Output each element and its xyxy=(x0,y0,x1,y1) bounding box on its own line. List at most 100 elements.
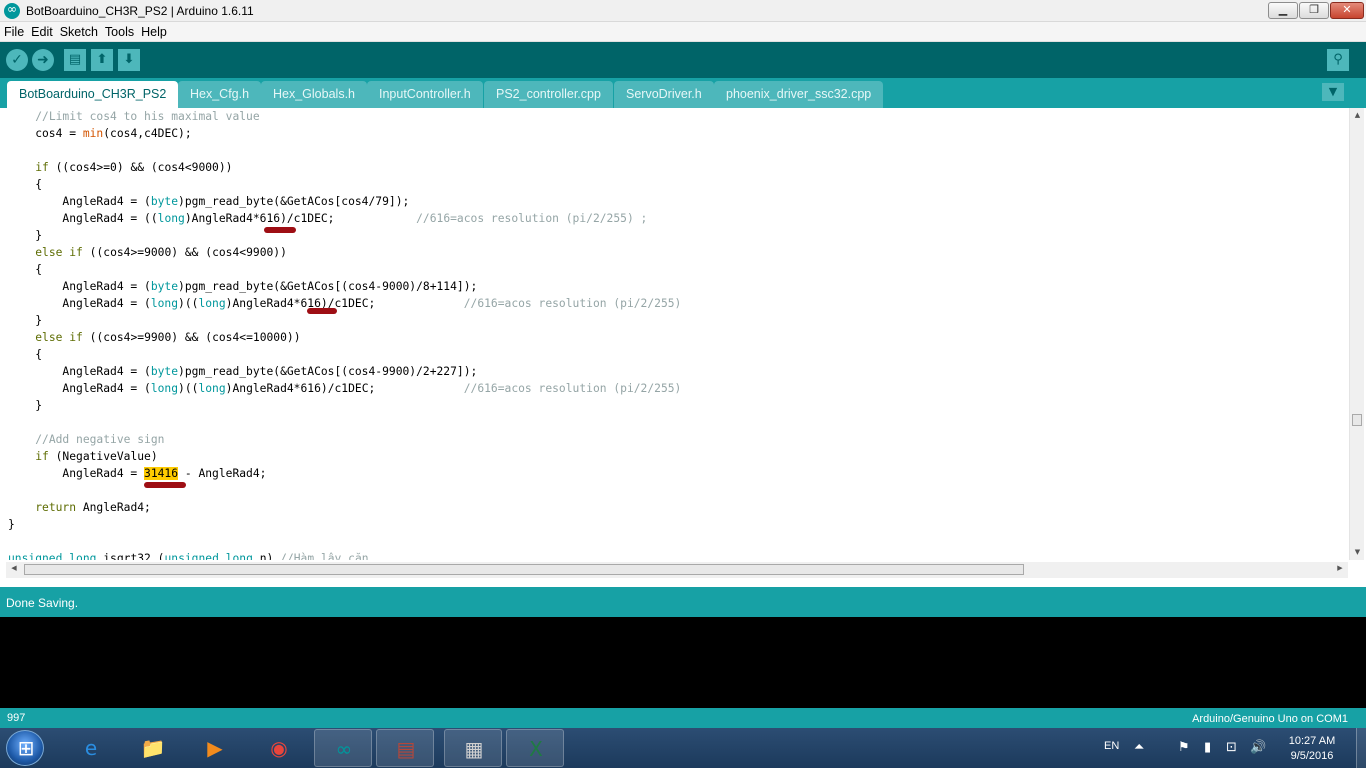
footer-bar: 997 Arduino/Genuino Uno on COM1 xyxy=(0,708,1366,728)
code-line[interactable]: else if ((cos4>=9000) && (cos4<9900)) xyxy=(8,244,681,261)
title-bar: BotBoarduino_CH3R_PS2 | Arduino 1.6.11 ▁… xyxy=(0,0,1366,22)
tab-hex-globals[interactable]: Hex_Globals.h xyxy=(261,81,367,108)
toolbar: ✓ ➜ ▤ ⬆ ⬇ ⚲ xyxy=(0,42,1366,78)
tab-botboarduino[interactable]: BotBoarduino_CH3R_PS2 xyxy=(7,81,179,108)
tab-menu-button[interactable]: ▼ xyxy=(1322,83,1344,101)
taskbar-media-player[interactable]: ▶ xyxy=(186,729,244,767)
taskbar-excel[interactable]: X xyxy=(506,729,564,767)
arrow-right-icon: ➜ xyxy=(37,52,49,68)
code-line[interactable]: } xyxy=(8,227,681,244)
menu-sketch[interactable]: Sketch xyxy=(56,22,101,40)
clock-time: 10:27 AM xyxy=(1288,735,1336,747)
taskbar-arduino[interactable]: ∞ xyxy=(314,729,372,767)
open-button[interactable]: ⬆ xyxy=(91,49,113,71)
internet-explorer-icon: e xyxy=(84,736,98,760)
code-text[interactable]: //Limit cos4 to his maximal value cos4 =… xyxy=(8,108,681,560)
code-line[interactable] xyxy=(8,142,681,159)
code-line[interactable]: } xyxy=(8,312,681,329)
language-indicator[interactable]: EN xyxy=(1104,740,1119,752)
code-line[interactable]: AngleRad4 = (long)((long)AngleRad4*616)/… xyxy=(8,380,681,397)
code-line[interactable]: else if ((cos4>=9900) && (cos4<=10000)) xyxy=(8,329,681,346)
menu-help[interactable]: Help xyxy=(137,22,170,40)
underline-mark xyxy=(307,308,337,314)
scroll-right-icon[interactable]: ▶ xyxy=(1334,564,1346,572)
magnifier-icon: ⚲ xyxy=(1333,52,1343,67)
menu-file[interactable]: File xyxy=(0,22,27,40)
vertical-scroll-thumb[interactable] xyxy=(1352,414,1362,426)
action-center-flag-icon[interactable]: ⚑ xyxy=(1178,740,1190,755)
menu-tools[interactable]: Tools xyxy=(101,22,137,40)
tab-phoenix-driver[interactable]: phoenix_driver_ssc32.cpp xyxy=(714,81,884,108)
code-line[interactable]: { xyxy=(8,261,681,278)
windows-start-icon[interactable] xyxy=(6,730,45,766)
serial-monitor-button[interactable]: ⚲ xyxy=(1327,49,1349,71)
code-line[interactable]: if (NegativeValue) xyxy=(8,448,681,465)
verify-button[interactable]: ✓ xyxy=(6,49,28,71)
menu-bar: File Edit Sketch Tools Help xyxy=(0,22,1366,42)
chrome-icon: ◉ xyxy=(270,736,288,760)
tab-inputcontroller[interactable]: InputController.h xyxy=(367,81,483,108)
excel-icon: X xyxy=(529,737,543,761)
code-line[interactable]: } xyxy=(8,397,681,414)
code-line[interactable] xyxy=(8,533,681,550)
taskbar-chrome[interactable]: ◉ xyxy=(250,729,308,767)
status-bar: Done Saving. xyxy=(0,587,1366,617)
show-desktop-button[interactable] xyxy=(1356,728,1366,768)
network-icon[interactable]: ⊡ xyxy=(1226,740,1237,755)
line-number: 997 xyxy=(7,712,26,724)
scroll-left-icon[interactable]: ◀ xyxy=(8,564,20,572)
close-button[interactable]: ✕ xyxy=(1330,2,1364,19)
code-line[interactable]: return AngleRad4; xyxy=(8,499,681,516)
underline-mark xyxy=(264,227,296,233)
taskbar-internet-explorer[interactable]: e xyxy=(62,729,120,767)
taskbar-winrar[interactable]: ▤ xyxy=(376,729,434,767)
window-title: BotBoarduino_CH3R_PS2 | Arduino 1.6.11 xyxy=(26,4,254,18)
chevron-down-icon: ▼ xyxy=(1328,85,1338,98)
code-line[interactable]: //Add negative sign xyxy=(8,431,681,448)
media-player-icon: ▶ xyxy=(207,736,223,760)
system-clock[interactable]: 10:27 AM 9/5/2016 xyxy=(1280,734,1344,764)
chip-tool-icon: ▦ xyxy=(464,737,484,761)
vertical-scrollbar[interactable]: ▲ ▼ xyxy=(1349,108,1364,560)
new-file-icon: ▤ xyxy=(68,52,82,67)
code-line[interactable]: //Limit cos4 to his maximal value xyxy=(8,108,681,125)
status-message: Done Saving. xyxy=(6,596,79,610)
code-line[interactable]: { xyxy=(8,176,681,193)
horizontal-scroll-thumb[interactable] xyxy=(24,564,1024,575)
code-line[interactable]: unsigned long isqrt32 (unsigned long n) … xyxy=(8,550,681,560)
code-line[interactable]: AngleRad4 = ((long)AngleRad4*616)/c1DEC;… xyxy=(8,210,681,227)
tab-bar: BotBoarduino_CH3R_PS2 Hex_Cfg.h Hex_Glob… xyxy=(0,78,1366,108)
taskbar-file-explorer[interactable]: 📁 xyxy=(124,729,182,767)
code-line[interactable]: cos4 = min(cos4,c4DEC); xyxy=(8,125,681,142)
check-icon: ✓ xyxy=(11,52,23,68)
code-line[interactable]: } xyxy=(8,516,681,533)
battery-icon[interactable]: ▮ xyxy=(1204,740,1211,755)
code-line[interactable]: if ((cos4>=0) && (cos4<9000)) xyxy=(8,159,681,176)
taskbar-chip-tool[interactable]: ▦ xyxy=(444,729,502,767)
code-line[interactable]: AngleRad4 = (long)((long)AngleRad4*616)/… xyxy=(8,295,681,312)
code-line[interactable]: AngleRad4 = 31416 - AngleRad4; xyxy=(8,465,681,482)
upload-button[interactable]: ➜ xyxy=(32,49,54,71)
code-line[interactable]: { xyxy=(8,346,681,363)
code-editor[interactable]: //Limit cos4 to his maximal value cos4 =… xyxy=(0,108,1366,560)
minimize-button[interactable]: ▁ xyxy=(1268,2,1298,19)
save-button[interactable]: ⬇ xyxy=(118,49,140,71)
code-line[interactable] xyxy=(8,414,681,431)
new-button[interactable]: ▤ xyxy=(64,49,86,71)
tab-servodriver[interactable]: ServoDriver.h xyxy=(614,81,714,108)
arrow-up-icon: ⬆ xyxy=(96,52,108,67)
tab-hex-cfg[interactable]: Hex_Cfg.h xyxy=(178,81,262,108)
scroll-up-icon[interactable]: ▲ xyxy=(1352,111,1363,119)
menu-edit[interactable]: Edit xyxy=(27,22,56,40)
horizontal-scrollbar[interactable]: ◀ ▶ xyxy=(6,562,1348,578)
scroll-down-icon[interactable]: ▼ xyxy=(1352,548,1363,556)
code-line[interactable]: AngleRad4 = (byte)pgm_read_byte(&GetACos… xyxy=(8,363,681,380)
code-line[interactable]: AngleRad4 = (byte)pgm_read_byte(&GetACos… xyxy=(8,193,681,210)
volume-icon[interactable]: 🔊 xyxy=(1250,740,1266,755)
tab-ps2-controller[interactable]: PS2_controller.cpp xyxy=(484,81,613,108)
show-hidden-icons-icon[interactable]: ⏶ xyxy=(1134,740,1144,755)
code-line[interactable] xyxy=(8,482,681,499)
code-line[interactable]: AngleRad4 = (byte)pgm_read_byte(&GetACos… xyxy=(8,278,681,295)
console-output[interactable] xyxy=(0,617,1366,708)
maximize-button[interactable]: ❐ xyxy=(1299,2,1329,19)
